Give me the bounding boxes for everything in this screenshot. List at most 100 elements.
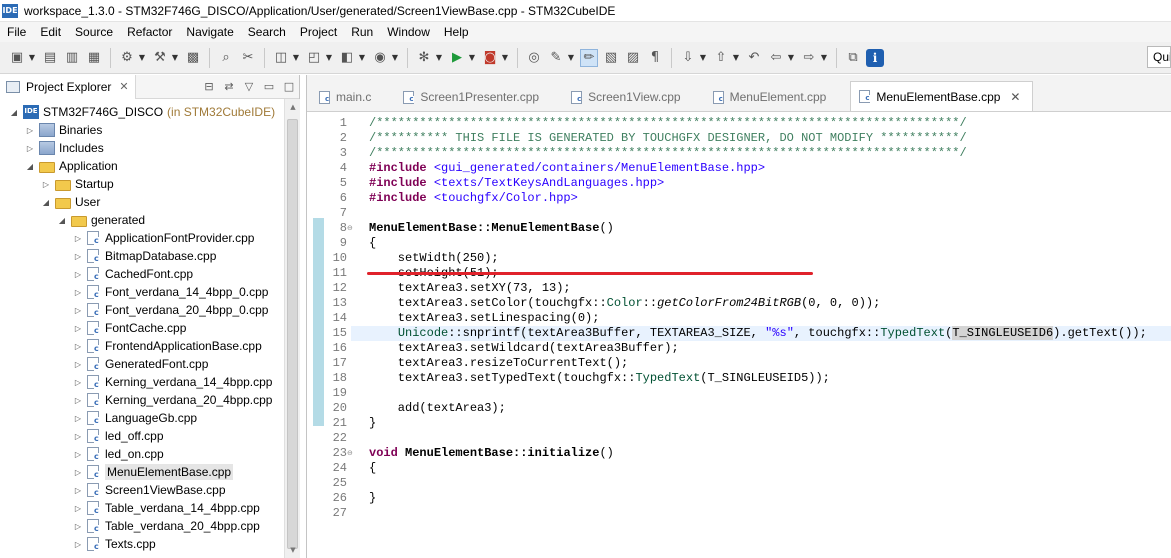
forward-dropdown-icon[interactable]: ▼: [820, 49, 828, 67]
menu-run[interactable]: Run: [344, 25, 380, 39]
code-view[interactable]: 1 /**************************************…: [325, 113, 1171, 558]
scroll-up-icon[interactable]: ▲: [285, 99, 301, 115]
tab-project-explorer[interactable]: Project Explorer ✕: [0, 74, 136, 99]
block-selection-icon[interactable]: ▧: [602, 49, 620, 67]
back-dropdown-icon[interactable]: ▼: [787, 49, 795, 67]
collapse-all-icon[interactable]: ⊟: [199, 78, 219, 96]
pin-dropdown-icon[interactable]: ▼: [567, 49, 575, 67]
debug-dropdown-icon[interactable]: ▼: [435, 49, 443, 67]
expand-down-icon[interactable]: ◢: [24, 162, 36, 171]
tree-item[interactable]: ▷ Font_verdana_20_4bpp_0.cpp: [72, 301, 268, 319]
tree-item[interactable]: ▷ Screen1ViewBase.cpp: [72, 481, 226, 499]
code-line[interactable]: #include <gui_generated/containers/MenuE…: [369, 161, 765, 176]
tree-item[interactable]: ▷ Table_verdana_20_4bpp.cpp: [72, 517, 260, 535]
code-line[interactable]: }: [369, 491, 376, 506]
tree-item[interactable]: ▷ led_off.cpp: [72, 427, 164, 445]
open-type-icon[interactable]: ◎: [525, 49, 543, 67]
maximize-icon[interactable]: □: [279, 78, 299, 96]
new-dropdown-icon[interactable]: ▼: [28, 49, 36, 67]
build-hammer-icon[interactable]: ⚒: [151, 49, 169, 67]
expand-right-icon[interactable]: ▷: [72, 468, 84, 477]
tree-item[interactable]: ▷ CachedFont.cpp: [72, 265, 193, 283]
editor-tab[interactable]: MenuElementBase.cpp ✕: [850, 81, 1034, 111]
settings-gear-icon[interactable]: ⚙: [118, 49, 136, 67]
tree-item[interactable]: ▷ GeneratedFont.cpp: [72, 355, 208, 373]
expand-right-icon[interactable]: ▷: [72, 486, 84, 495]
close-icon[interactable]: ✕: [119, 80, 128, 93]
print-icon[interactable]: ▦: [85, 49, 103, 67]
new-source-icon[interactable]: ◧: [338, 49, 356, 67]
code-line[interactable]: /********** THIS FILE IS GENERATED BY TO…: [369, 131, 967, 146]
menu-file[interactable]: File: [0, 25, 33, 39]
menu-window[interactable]: Window: [380, 25, 437, 39]
tree-item[interactable]: ▷ BitmapDatabase.cpp: [72, 247, 216, 265]
close-icon[interactable]: ✕: [1010, 90, 1020, 104]
tree-item[interactable]: ▷ led_on.cpp: [72, 445, 164, 463]
save-icon[interactable]: ▤: [41, 49, 59, 67]
external-tools-icon[interactable]: ◙: [481, 49, 499, 67]
next-annotation-dropdown-icon[interactable]: ▼: [699, 49, 707, 67]
code-line[interactable]: /***************************************…: [369, 146, 967, 161]
code-line[interactable]: textArea3.setColor(touchgfx::Color::getC…: [369, 296, 881, 311]
code-line[interactable]: {: [369, 461, 376, 476]
expand-right-icon[interactable]: ▷: [72, 324, 84, 333]
prev-annotation-dropdown-icon[interactable]: ▼: [732, 49, 740, 67]
run-icon[interactable]: ▶: [448, 49, 466, 67]
code-line[interactable]: }: [369, 416, 376, 431]
forward-icon[interactable]: ⇨: [800, 49, 818, 67]
expand-right-icon[interactable]: ▷: [72, 288, 84, 297]
menu-source[interactable]: Source: [68, 25, 120, 39]
pin-icon[interactable]: ✎: [547, 49, 565, 67]
expand-right-icon[interactable]: ▷: [72, 414, 84, 423]
menu-help[interactable]: Help: [437, 25, 476, 39]
tree-item[interactable]: ▷ LanguageGb.cpp: [72, 409, 197, 427]
expand-right-icon[interactable]: ▷: [24, 126, 36, 135]
code-line[interactable]: textArea3.setTypedText(touchgfx::TypedTe…: [369, 371, 830, 386]
expand-right-icon[interactable]: ▷: [72, 270, 84, 279]
expand-down-icon[interactable]: ◢: [8, 108, 20, 117]
last-edit-icon[interactable]: ↶: [745, 49, 763, 67]
expand-right-icon[interactable]: ▷: [72, 252, 84, 261]
code-line[interactable]: MenuElementBase::MenuElementBase(): [369, 221, 614, 236]
link-with-editor-icon[interactable]: ⇄: [219, 78, 239, 96]
show-whitespace-icon[interactable]: ¶: [646, 49, 664, 67]
code-line[interactable]: setWidth(250);: [369, 251, 499, 266]
back-icon[interactable]: ⇦: [767, 49, 785, 67]
menu-navigate[interactable]: Navigate: [179, 25, 240, 39]
code-line[interactable]: /***************************************…: [369, 116, 967, 131]
tree-item[interactable]: ▷ Includes: [24, 139, 104, 157]
code-line[interactable]: textArea3.setLinespacing(0);: [369, 311, 600, 326]
new-icon[interactable]: ▣: [8, 49, 26, 67]
expand-right-icon[interactable]: ▷: [72, 504, 84, 513]
expand-down-icon[interactable]: ◢: [40, 198, 52, 207]
code-line[interactable]: void MenuElementBase::initialize(): [369, 446, 614, 461]
cut-icon[interactable]: ✂: [239, 49, 257, 67]
expand-right-icon[interactable]: ▷: [72, 396, 84, 405]
menu-search[interactable]: Search: [241, 25, 293, 39]
debug-icon[interactable]: ✻: [415, 49, 433, 67]
tree-item[interactable]: ◢ Application: [24, 157, 118, 175]
expand-right-icon[interactable]: ▷: [72, 450, 84, 459]
view-menu-chevron-down-icon[interactable]: ▽: [239, 78, 259, 96]
new-class-dropdown-icon[interactable]: ▼: [391, 49, 399, 67]
fold-collapse-icon[interactable]: ⊖: [347, 221, 355, 236]
open-folder-icon[interactable]: ◰: [305, 49, 323, 67]
menu-project[interactable]: Project: [293, 25, 344, 39]
tree-item[interactable]: ◢ generated: [56, 211, 145, 229]
editor-tab[interactable]: main.c: [311, 83, 383, 111]
code-line[interactable]: textArea3.setWildcard(textArea3Buffer);: [369, 341, 679, 356]
editor-tab[interactable]: Screen1View.cpp: [563, 83, 693, 111]
expand-down-icon[interactable]: ◢: [56, 216, 68, 225]
run-dropdown-icon[interactable]: ▼: [468, 49, 476, 67]
tree-item[interactable]: ◢ IDE STM32F746G_DISCO (in STM32CubeIDE): [8, 103, 275, 121]
tree-item[interactable]: ▷ Kerning_verdana_14_4bpp.cpp: [72, 373, 272, 391]
expand-right-icon[interactable]: ▷: [24, 144, 36, 153]
tree-item[interactable]: ▷ Font_verdana_14_4bpp_0.cpp: [72, 283, 268, 301]
expand-right-icon[interactable]: ▷: [72, 432, 84, 441]
new-project-icon[interactable]: ◫: [272, 49, 290, 67]
scrollbar-thumb[interactable]: [287, 119, 298, 549]
tree-item[interactable]: ▷ Texts.cpp: [72, 535, 156, 553]
tree-item[interactable]: ▷ Startup: [40, 175, 114, 193]
tree-item[interactable]: ▷ FrontendApplicationBase.cpp: [72, 337, 262, 355]
external-tools-dropdown-icon[interactable]: ▼: [501, 49, 509, 67]
